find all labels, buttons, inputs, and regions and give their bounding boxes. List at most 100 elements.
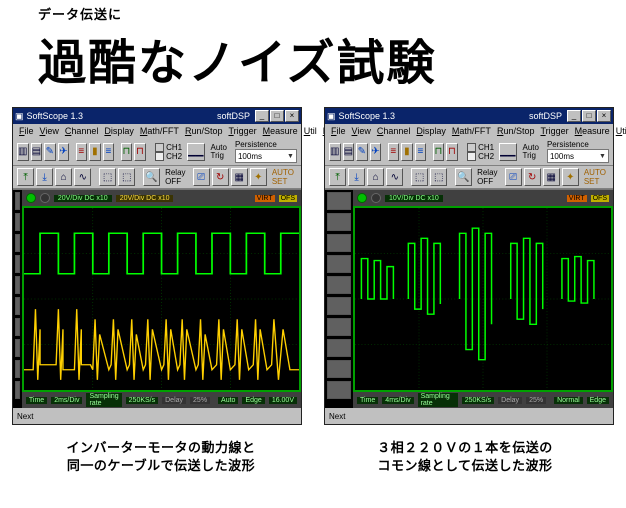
- menu-util[interactable]: Util: [304, 126, 317, 136]
- toolbar-btn[interactable]: ▤: [31, 143, 43, 161]
- toolbar-btn[interactable]: ▤: [343, 143, 355, 161]
- toolbar-btn[interactable]: ✎: [356, 143, 368, 161]
- trigger-btn[interactable]: ⌂: [367, 168, 384, 186]
- toolbar-btn[interactable]: ≡: [76, 143, 88, 161]
- ch1-checkbox[interactable]: [467, 143, 476, 152]
- edge-rise-icon[interactable]: ⤒: [329, 168, 346, 186]
- stop-indicator-icon[interactable]: [371, 193, 381, 203]
- menu-file[interactable]: File: [19, 126, 34, 136]
- pulse-icon[interactable]: ⊓: [134, 143, 146, 161]
- maximize-button[interactable]: □: [582, 110, 596, 122]
- persistence-dropdown[interactable]: 100ms ▼: [547, 149, 609, 163]
- ch1-checkbox[interactable]: [155, 143, 164, 152]
- status-next[interactable]: Next: [329, 412, 345, 421]
- menu-mathfft[interactable]: Math/FFT: [140, 126, 179, 136]
- menu-runstop[interactable]: Run/Stop: [497, 126, 535, 136]
- side-btn[interactable]: [15, 213, 20, 231]
- toolbar-btn[interactable]: ⎚: [193, 168, 210, 186]
- trigger-auto[interactable]: Auto: [218, 397, 238, 404]
- close-button[interactable]: ×: [285, 110, 299, 122]
- side-btn[interactable]: [327, 255, 351, 273]
- ch2-checkbox[interactable]: [155, 152, 164, 161]
- waveform-display[interactable]: [22, 206, 301, 392]
- cursor-btn[interactable]: ⬚: [118, 168, 135, 186]
- trigger-edge[interactable]: Edge: [587, 397, 609, 404]
- side-btn[interactable]: [327, 234, 351, 252]
- run-indicator-icon[interactable]: [26, 193, 36, 203]
- edge-fall-icon[interactable]: ⤓: [36, 168, 53, 186]
- pulse-icon[interactable]: ⊓: [121, 143, 133, 161]
- toolbar-btn[interactable]: ▦: [543, 168, 560, 186]
- run-indicator-icon[interactable]: [357, 193, 367, 203]
- toolbar-btn[interactable]: ▥: [329, 143, 341, 161]
- toolbar-btn[interactable]: ≡: [388, 143, 400, 161]
- waveform-btn[interactable]: ▁▁: [187, 143, 204, 161]
- menu-mathfft[interactable]: Math/FFT: [452, 126, 491, 136]
- trigger-btn[interactable]: ∿: [74, 168, 91, 186]
- side-btn[interactable]: [15, 297, 20, 315]
- trigger-btn[interactable]: ⌂: [55, 168, 72, 186]
- cursor-btn[interactable]: ⬚: [430, 168, 447, 186]
- side-btn[interactable]: [327, 297, 351, 315]
- side-btn[interactable]: [15, 318, 20, 336]
- menu-measure[interactable]: Measure: [575, 126, 610, 136]
- trigger-level[interactable]: 16.00V: [269, 397, 297, 404]
- window-titlebar[interactable]: ▣ SoftScope 1.3 softDSP _ □ ×: [13, 108, 301, 124]
- side-btn[interactable]: [327, 192, 351, 210]
- menu-measure[interactable]: Measure: [263, 126, 298, 136]
- menu-view[interactable]: View: [352, 126, 371, 136]
- toolbar-btn[interactable]: ✦: [562, 168, 579, 186]
- close-button[interactable]: ×: [597, 110, 611, 122]
- side-btn[interactable]: [15, 192, 20, 210]
- menu-view[interactable]: View: [40, 126, 59, 136]
- toolbar-btn[interactable]: ✈: [370, 143, 382, 161]
- menu-trigger[interactable]: Trigger: [228, 126, 256, 136]
- trigger-edge[interactable]: Edge: [242, 397, 264, 404]
- minimize-button[interactable]: _: [255, 110, 269, 122]
- trigger-btn[interactable]: ∿: [386, 168, 403, 186]
- toolbar-btn[interactable]: ✦: [250, 168, 267, 186]
- side-btn[interactable]: [327, 318, 351, 336]
- window-titlebar[interactable]: ▣ SoftScope 1.3 softDSP _ □ ×: [325, 108, 613, 124]
- side-btn[interactable]: [15, 255, 20, 273]
- menu-display[interactable]: Display: [104, 126, 134, 136]
- menu-util[interactable]: Util: [616, 126, 626, 136]
- toolbar-btn[interactable]: ⎚: [505, 168, 522, 186]
- toolbar-btn[interactable]: ▮: [89, 143, 101, 161]
- toolbar-btn[interactable]: ▮: [401, 143, 413, 161]
- ch2-checkbox[interactable]: [467, 152, 476, 161]
- toolbar-btn[interactable]: ≡: [103, 143, 115, 161]
- cursor-btn[interactable]: ⬚: [99, 168, 116, 186]
- side-btn[interactable]: [15, 234, 20, 252]
- toolbar-btn[interactable]: ≡: [415, 143, 427, 161]
- menu-runstop[interactable]: Run/Stop: [185, 126, 223, 136]
- ch2-scale[interactable]: 20V/Div DC x10: [116, 195, 174, 202]
- side-btn[interactable]: [15, 339, 20, 357]
- menu-trigger[interactable]: Trigger: [540, 126, 568, 136]
- persistence-dropdown[interactable]: 100ms ▼: [235, 149, 297, 163]
- timediv[interactable]: 4ms/Div: [382, 397, 413, 404]
- toolbar-btn[interactable]: ▦: [231, 168, 248, 186]
- ch1-scale[interactable]: 10V/Div DC x10: [385, 195, 443, 202]
- side-btn[interactable]: [327, 360, 351, 378]
- pulse-icon[interactable]: ⊓: [433, 143, 445, 161]
- toolbar-btn[interactable]: ↻: [524, 168, 541, 186]
- status-next[interactable]: Next: [17, 412, 33, 421]
- edge-fall-icon[interactable]: ⤓: [348, 168, 365, 186]
- side-btn[interactable]: [15, 276, 20, 294]
- side-btn[interactable]: [327, 339, 351, 357]
- menu-display[interactable]: Display: [416, 126, 446, 136]
- toolbar-btn[interactable]: ✎: [44, 143, 56, 161]
- waveform-btn[interactable]: ▁▁: [499, 143, 516, 161]
- menu-channel[interactable]: Channel: [377, 126, 411, 136]
- ch1-scale[interactable]: 20V/Div DC x10: [54, 195, 112, 202]
- waveform-display[interactable]: [353, 206, 613, 392]
- minimize-button[interactable]: _: [567, 110, 581, 122]
- side-btn[interactable]: [15, 381, 20, 399]
- side-btn[interactable]: [15, 360, 20, 378]
- side-btn[interactable]: [327, 276, 351, 294]
- cursor-btn[interactable]: ⬚: [411, 168, 428, 186]
- zoom-btn[interactable]: 🔍: [455, 168, 472, 186]
- trigger-mode[interactable]: Normal: [554, 397, 583, 404]
- pulse-icon[interactable]: ⊓: [446, 143, 458, 161]
